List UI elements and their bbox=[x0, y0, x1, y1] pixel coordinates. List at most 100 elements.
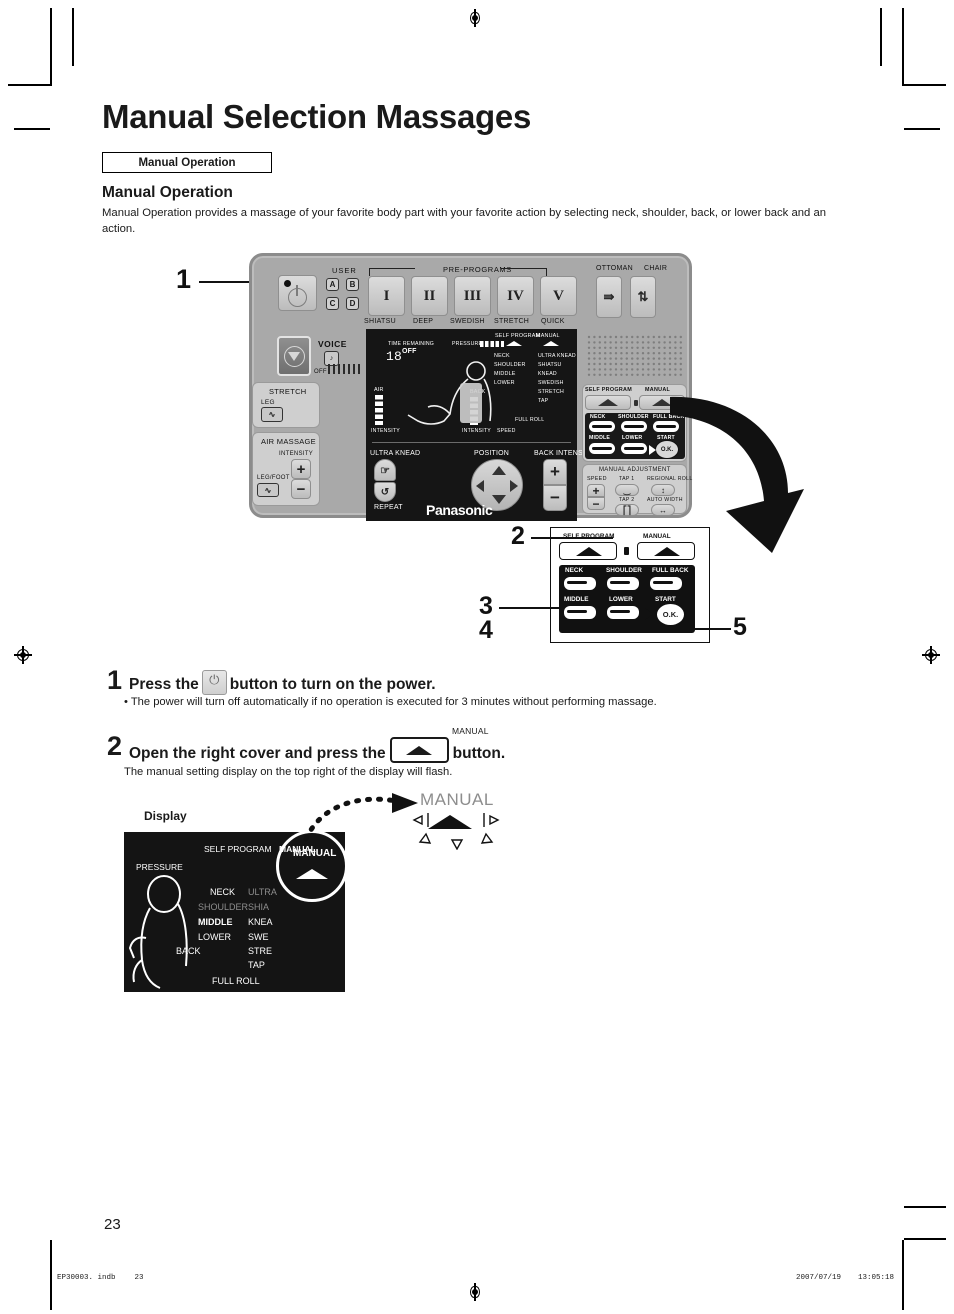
rc-self-program-arrow-icon bbox=[598, 399, 618, 406]
footer-file: EP30003. indb 23 bbox=[57, 1274, 144, 1282]
air-massage-label: AIR MASSAGE bbox=[261, 437, 316, 446]
program-button-5[interactable]: V bbox=[540, 276, 577, 316]
crop-mark-br-h bbox=[904, 1206, 946, 1208]
rc-part-neck-label: NECK bbox=[590, 414, 606, 420]
rc-indicator-dot bbox=[634, 400, 638, 406]
lcd-air-intensity-label: INTENSITY bbox=[371, 428, 400, 434]
rc-shoulder-button[interactable] bbox=[621, 421, 647, 432]
ultra-knead-label: ULTRA KNEAD bbox=[370, 450, 421, 457]
step-2-icon-caption: MANUAL bbox=[452, 726, 489, 736]
lcd-air-bar-icon bbox=[375, 395, 383, 425]
lcd-action-ultra-knead: ULTRA KNEAD bbox=[538, 353, 576, 359]
callout-number-4: 4 bbox=[479, 616, 493, 644]
rc-lower-button[interactable] bbox=[621, 443, 647, 454]
step-2-heading: Open the right cover and press the button… bbox=[129, 737, 505, 763]
chair-icon: ⇅ bbox=[637, 289, 649, 304]
callout-leader-3 bbox=[499, 607, 562, 609]
user-label: USER bbox=[332, 266, 357, 275]
step-2-note: The manual setting display on the top ri… bbox=[124, 766, 453, 778]
callout-part-lower-label: LOWER bbox=[609, 596, 633, 603]
ma-tap1-label: TAP 1 bbox=[619, 476, 635, 482]
lcd-off-indicator: OFF bbox=[402, 348, 417, 355]
callout-ok-button[interactable]: O.K. bbox=[655, 602, 686, 627]
callout-neck-button[interactable] bbox=[564, 577, 596, 590]
df-part-shoulder: SHOULDER bbox=[198, 902, 249, 912]
df-pressure-label: PRESSURE bbox=[136, 862, 183, 872]
crop-mark-tl-h bbox=[8, 84, 50, 86]
lcd-divider bbox=[372, 442, 571, 443]
stop-icon bbox=[283, 345, 305, 367]
position-label: POSITION bbox=[474, 450, 510, 457]
page-title: Manual Selection Massages bbox=[102, 98, 531, 135]
air-intensity-minus-button[interactable]: − bbox=[291, 479, 311, 499]
callout-self-program-arrow-icon bbox=[576, 547, 602, 556]
chair-button[interactable]: ⇅ bbox=[630, 276, 656, 318]
rc-middle-button[interactable] bbox=[589, 443, 615, 454]
section-tag: Manual Operation bbox=[102, 152, 272, 173]
ma-speed-plus-button[interactable]: + bbox=[587, 484, 605, 498]
ma-tap1-button[interactable]: ‿ bbox=[615, 484, 639, 496]
lcd-full-roll-label: FULL ROLL bbox=[515, 417, 545, 423]
manual-indicator-label: MANUAL bbox=[420, 790, 494, 809]
program-button-2[interactable]: II bbox=[411, 276, 448, 316]
registration-mark-right bbox=[922, 646, 940, 664]
rc-self-program-button[interactable] bbox=[585, 395, 631, 410]
df-action-shia: SHIA bbox=[248, 902, 270, 912]
lcd-time-remaining-label: TIME REMAINING bbox=[388, 341, 435, 347]
position-left-button[interactable] bbox=[476, 480, 484, 492]
program-label-5: QUICK bbox=[541, 318, 565, 325]
position-down-button[interactable] bbox=[492, 495, 506, 504]
crop-mark-bl-v bbox=[50, 1240, 52, 1310]
program-button-1[interactable]: I bbox=[368, 276, 405, 316]
callout-part-neck-label: NECK bbox=[565, 567, 584, 574]
df-full-roll-label: FULL ROLL bbox=[212, 976, 260, 986]
callout-fullback-button[interactable] bbox=[650, 577, 682, 590]
callout-start-triangle-icon bbox=[645, 608, 653, 620]
ma-speed-minus-button[interactable]: − bbox=[587, 497, 605, 511]
lcd-action-knead: KNEAD bbox=[538, 371, 557, 377]
control-panel-illustration: USER A B C D PRE-PROGRAMS I II III IV V … bbox=[249, 253, 692, 521]
user-key-a[interactable]: A bbox=[326, 278, 339, 291]
user-key-d[interactable]: D bbox=[346, 297, 359, 310]
manual-indicator-rays-icon bbox=[412, 813, 500, 850]
air-legfoot-button[interactable]: ∿ bbox=[257, 483, 279, 497]
stretch-leg-button[interactable]: ∿ bbox=[261, 407, 283, 422]
rc-start-triangle-icon bbox=[649, 445, 656, 455]
lcd-action-stretch: STRETCH bbox=[538, 389, 564, 395]
footer-file-name: EP30003. indb bbox=[57, 1274, 116, 1282]
callout-manual-button[interactable] bbox=[637, 542, 695, 560]
callout-self-program-button[interactable] bbox=[559, 542, 617, 560]
air-intensity-plus-button[interactable]: + bbox=[291, 459, 311, 479]
user-key-c[interactable]: C bbox=[326, 297, 339, 310]
callout-middle-button[interactable] bbox=[564, 606, 596, 619]
back-intensity-minus-button[interactable]: − bbox=[543, 485, 567, 511]
df-self-program-label: SELF PROGRAM bbox=[204, 844, 272, 854]
crop-mark-br-h2 bbox=[904, 1238, 946, 1240]
stop-button[interactable] bbox=[277, 336, 311, 376]
program-label-3: SWEDISH bbox=[450, 318, 485, 325]
program-label-2: DEEP bbox=[413, 318, 434, 325]
ottoman-button[interactable]: ⇛ bbox=[596, 276, 622, 318]
step-2-text-before: Open the right cover and press the bbox=[129, 745, 386, 762]
callout-manual-label: MANUAL bbox=[643, 533, 671, 540]
program-button-4[interactable]: IV bbox=[497, 276, 534, 316]
ma-tap2-button[interactable]: ⎡⎤ bbox=[615, 504, 639, 516]
rc-neck-button[interactable] bbox=[589, 421, 615, 432]
dotted-pointer-arrow-icon bbox=[303, 793, 418, 842]
ultra-knead-button[interactable]: ☞ bbox=[374, 459, 396, 481]
df-action-ultra: ULTRA bbox=[248, 887, 277, 897]
program-button-3[interactable]: III bbox=[454, 276, 491, 316]
callout-lower-button[interactable] bbox=[607, 606, 639, 619]
position-right-button[interactable] bbox=[510, 480, 518, 492]
user-key-b[interactable]: B bbox=[346, 278, 359, 291]
lcd-manual-arrow-icon bbox=[543, 341, 559, 346]
back-intensity-plus-button[interactable]: + bbox=[543, 459, 567, 485]
section-tag-label: Manual Operation bbox=[138, 156, 236, 169]
position-up-button[interactable] bbox=[492, 466, 506, 475]
callout-shoulder-button[interactable] bbox=[607, 577, 639, 590]
crop-mark-tl-v bbox=[50, 8, 52, 86]
chair-label: CHAIR bbox=[644, 265, 668, 272]
callout-part-shoulder-label: SHOULDER bbox=[606, 567, 642, 574]
ottoman-label: OTTOMAN bbox=[596, 265, 633, 272]
power-icon bbox=[201, 670, 227, 695]
